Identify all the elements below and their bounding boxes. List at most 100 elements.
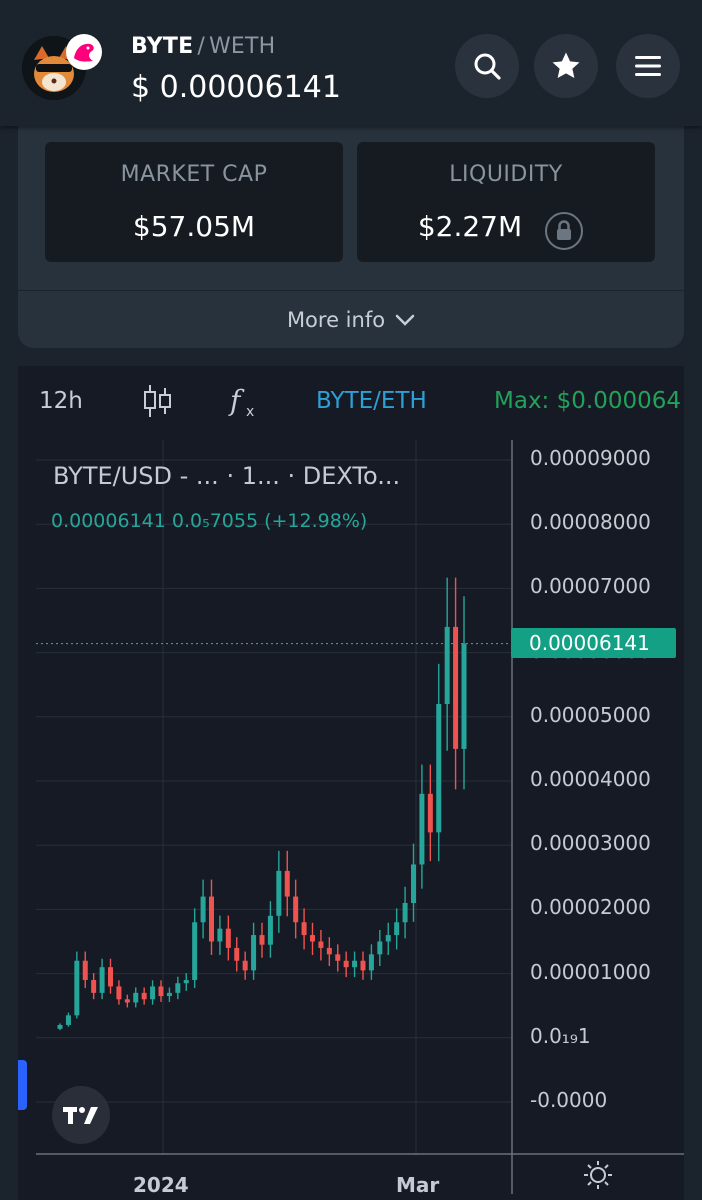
candle-body — [368, 954, 374, 971]
candle-body — [251, 935, 257, 971]
candle-body — [276, 870, 282, 916]
liquidity-lock-button[interactable] — [545, 212, 583, 250]
candle-body — [318, 941, 324, 948]
candle-body — [461, 643, 467, 749]
chevron-down-icon — [395, 314, 415, 326]
candle-body — [57, 1024, 63, 1029]
chart-toolbar: 12h f x BYTE/ETH Max: $0.000064 — [18, 366, 684, 440]
liquidity-card: LIQUIDITY $2.27M — [357, 142, 655, 262]
candle-body — [74, 960, 80, 1016]
candle-body — [217, 928, 223, 942]
market-cap-label: MARKET CAP — [120, 162, 268, 187]
candle-body — [377, 941, 383, 955]
candle-body — [242, 960, 248, 971]
price-axis-label: 0.00007000 — [530, 574, 651, 599]
base-token: BYTE — [131, 34, 194, 59]
candle-body — [108, 967, 113, 987]
candle-body — [158, 986, 164, 997]
price-axis-label: 0.00002000 — [530, 895, 651, 920]
app-header: BYTE / WETH $ 0.00006141 — [0, 0, 702, 126]
price-axis-label: 0.00008000 — [530, 510, 651, 535]
candle-body — [82, 960, 88, 981]
drawing-toolbar-toggle[interactable] — [18, 1060, 27, 1110]
token-stats-panel: MARKET CAP $57.05M LIQUIDITY $2.27M More… — [18, 126, 684, 348]
candle-body — [284, 870, 290, 897]
price-axis-label: 0.00005000 — [530, 702, 651, 727]
candles-icon — [144, 385, 171, 417]
candle-body — [293, 896, 299, 923]
star-icon — [552, 52, 580, 79]
candle-body — [166, 992, 172, 997]
candle-body — [200, 896, 206, 923]
interval-selector[interactable]: 12h — [39, 388, 83, 414]
svg-text:f: f — [228, 384, 245, 417]
uniswap-badge-icon — [66, 34, 102, 70]
candle-body — [99, 967, 105, 993]
indicators-button[interactable]: f x — [228, 382, 268, 428]
max-price-label: Max: $0.000064 — [494, 388, 681, 414]
candle-body — [175, 983, 181, 993]
candle-body — [419, 793, 425, 865]
candle-body — [183, 980, 189, 984]
function-icon: f x — [228, 384, 254, 420]
candle-body — [453, 626, 459, 749]
market-cap-card: MARKET CAP $57.05M — [45, 142, 343, 262]
candle-body — [116, 986, 122, 1000]
menu-button[interactable] — [616, 34, 680, 98]
token-price: $ 0.00006141 — [131, 70, 341, 105]
candle-body — [301, 922, 307, 936]
chart-legend-title: BYTE/USD - ... · 1... · DEXTo... — [53, 462, 401, 490]
more-info-label: More info — [286, 307, 386, 332]
chart-type-button[interactable] — [140, 382, 174, 426]
candle-body — [326, 947, 332, 955]
candle-body — [402, 902, 408, 923]
price-chart[interactable] — [18, 440, 684, 1200]
candle-body — [259, 935, 265, 945]
price-axis-label: 0.0₁₉1 — [530, 1023, 591, 1048]
tradingview-logo-icon[interactable] — [52, 1086, 110, 1144]
price-axis-label: 0.00009000 — [530, 446, 651, 470]
candle-body — [310, 935, 315, 942]
search-icon — [474, 53, 501, 80]
liquidity-label: LIQUIDITY — [449, 162, 563, 187]
candle-body — [150, 986, 156, 1000]
time-axis-label: Mar — [396, 1173, 440, 1197]
candle-body — [267, 915, 273, 945]
last-price-tag: 0.00006141 — [511, 628, 676, 658]
favorite-button[interactable] — [534, 34, 598, 98]
candle-body — [352, 960, 358, 968]
pair-toggle[interactable]: BYTE/ETH — [316, 388, 427, 414]
lock-icon — [557, 220, 571, 240]
more-info-button[interactable]: More info — [18, 291, 684, 348]
candle-body — [343, 960, 349, 968]
menu-icon — [635, 56, 661, 76]
chart-card: 12h f x BYTE/ETH Max: $0.000064 BYTE/USD… — [18, 366, 684, 1200]
price-axis-label: -0.0000 — [530, 1088, 608, 1112]
pair-separator: / — [197, 34, 205, 59]
candle-body — [65, 1015, 71, 1025]
candle-body — [209, 896, 214, 942]
market-cap-value: $57.05M — [132, 210, 256, 243]
settings-sun-icon[interactable] — [583, 1160, 613, 1190]
candle-body — [234, 947, 240, 961]
candle-body — [192, 922, 198, 981]
candle-body — [436, 703, 442, 833]
candle-body — [394, 922, 400, 936]
time-axis-label: 2024 — [133, 1173, 189, 1197]
candle-body — [411, 864, 416, 903]
candle-body — [124, 999, 130, 1003]
candle-body — [444, 626, 450, 704]
candle-body — [335, 954, 341, 961]
price-axis-label: 0.00004000 — [530, 767, 651, 791]
svg-text:x: x — [246, 404, 254, 420]
candle-body — [133, 992, 139, 1003]
quote-token: WETH — [208, 34, 276, 59]
candle-body — [360, 960, 366, 971]
candle-body — [225, 928, 231, 948]
search-button[interactable] — [455, 34, 519, 98]
candle-body — [141, 992, 147, 1000]
candle-body — [427, 793, 433, 833]
candle-body — [91, 980, 97, 993]
price-axis-label: 0.00001000 — [530, 959, 651, 984]
chart-legend-values: 0.00006141 0.0₅7055 (+12.98%) — [51, 510, 368, 532]
